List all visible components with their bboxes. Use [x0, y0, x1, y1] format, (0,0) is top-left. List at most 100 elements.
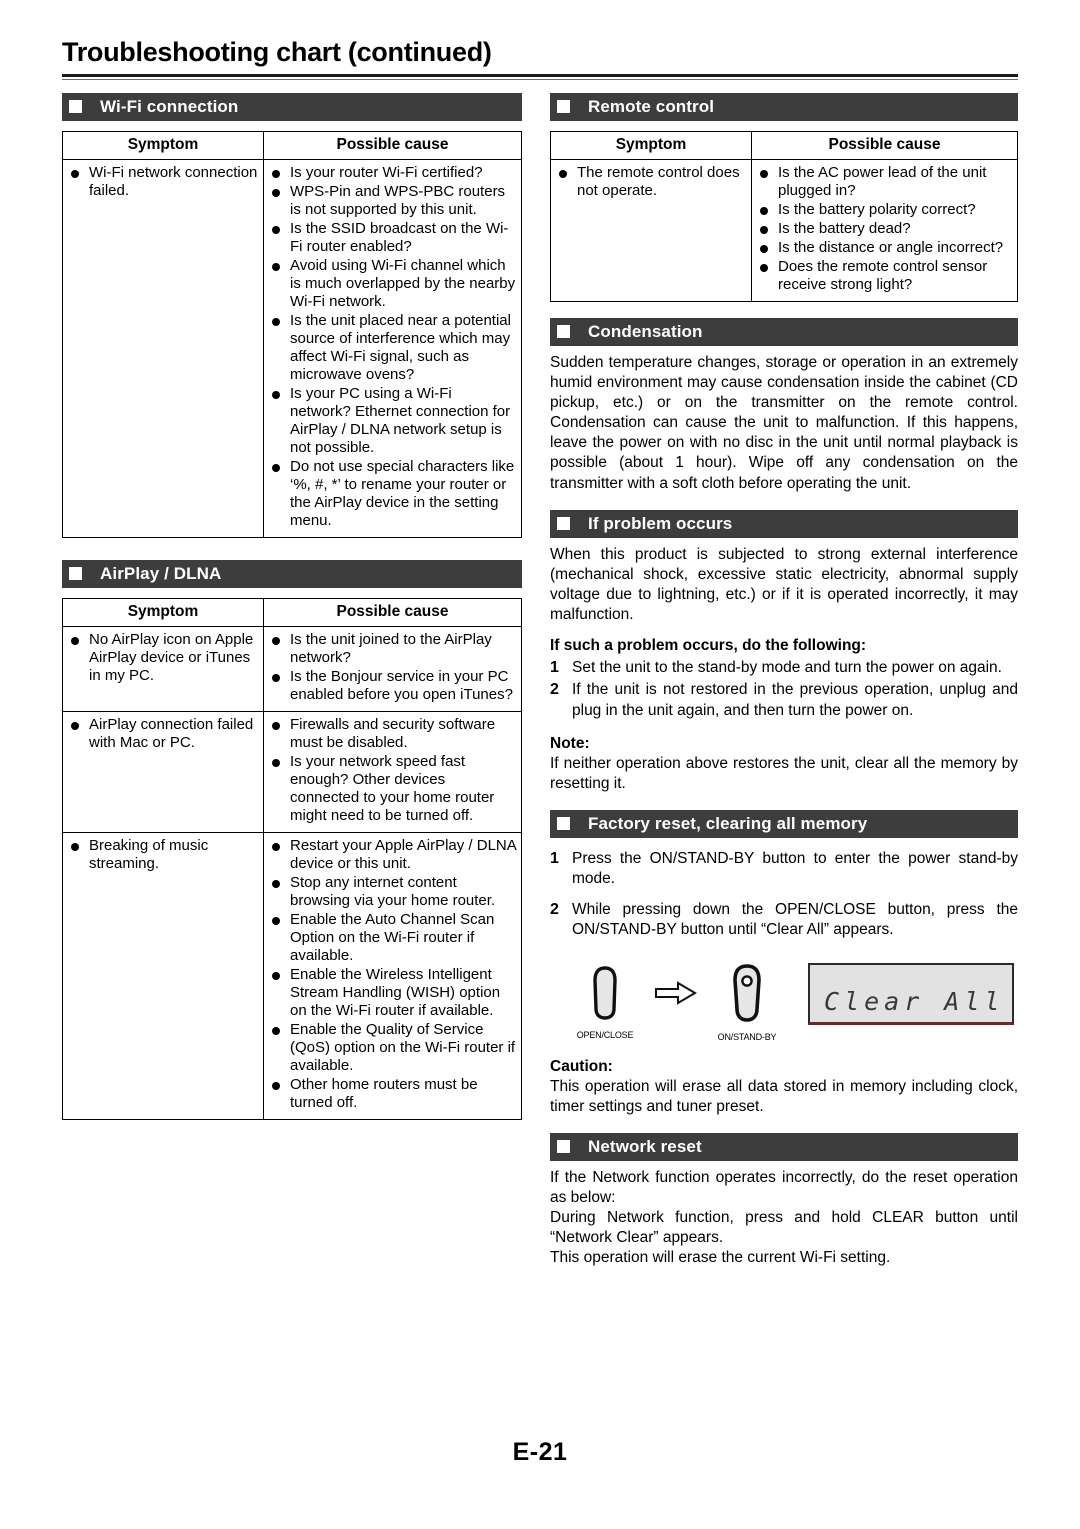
cell-symptom: Wi-Fi network connection failed.	[62, 158, 264, 538]
table-row: No AirPlay icon on Apple AirPlay device …	[62, 625, 522, 712]
list-item: Is the battery polarity correct?	[758, 201, 1012, 219]
on-standby-button-illustration: ON/STAND-BY	[710, 963, 784, 1042]
if-problem-intro-text: When this product is subjected to strong…	[550, 545, 1018, 624]
note-body-text: If neither operation above restores the …	[550, 754, 1018, 792]
cell-possible-cause: Restart your Apple AirPlay / DLNA device…	[263, 831, 522, 1120]
list-item: WPS-Pin and WPS-PBC routers is not suppo…	[270, 183, 516, 219]
section-square-marker-icon	[557, 1140, 570, 1154]
symptom-list: Breaking of music streaming.	[69, 837, 258, 873]
table-row: The remote control does not operate. Is …	[550, 158, 1018, 302]
symptom-list: Wi-Fi network connection failed.	[69, 164, 258, 200]
network-reset-line-1: If the Network function operates incorre…	[550, 1168, 1018, 1206]
cell-possible-cause: Firewalls and security software must be …	[263, 710, 522, 833]
list-item: If the unit is not restored in the previ…	[550, 680, 1018, 719]
section-square-marker-icon	[69, 567, 82, 581]
column-header-symptom: Symptom	[62, 130, 264, 160]
list-item: Is the Bonjour service in your PC enable…	[270, 668, 516, 704]
table-row: Breaking of music streaming. Restart you…	[62, 831, 522, 1120]
cell-possible-cause: Is the AC power lead of the unit plugged…	[751, 158, 1018, 302]
cell-symptom: No AirPlay icon on Apple AirPlay device …	[62, 625, 264, 712]
list-item: Is your network speed fast enough? Other…	[270, 753, 516, 825]
button-sequence-group: OPEN/CLOSE ON/STAND-BY	[568, 963, 784, 1042]
on-standby-button-icon	[733, 963, 761, 1022]
list-item: Enable the Wireless Intelligent Stream H…	[270, 966, 516, 1020]
column-header-symptom: Symptom	[62, 597, 264, 627]
cause-list: Restart your Apple AirPlay / DLNA device…	[270, 837, 516, 1112]
list-item: Is the AC power lead of the unit plugged…	[758, 164, 1012, 200]
section-header-remote-control: Remote control	[550, 92, 1018, 121]
list-item: Breaking of music streaming.	[69, 837, 258, 873]
if-problem-steps-list: Set the unit to the stand-by mode and tu…	[550, 658, 1018, 720]
page-number: E-21	[512, 1438, 568, 1466]
list-item: Enable the Auto Channel Scan Option on t…	[270, 911, 516, 965]
list-item: Is the distance or angle incorrect?	[758, 239, 1012, 257]
section-header-factory-reset: Factory reset, clearing all memory	[550, 809, 1018, 838]
caution-label: Caution:	[550, 1057, 613, 1075]
network-reset-line-2: During Network function, press and hold …	[550, 1209, 1018, 1247]
section-title-text: Network reset	[588, 1136, 702, 1156]
open-close-button-illustration: OPEN/CLOSE	[568, 965, 642, 1040]
section-header-condensation: Condensation	[550, 317, 1018, 346]
list-item: Is the SSID broadcast on the Wi-Fi route…	[270, 220, 516, 256]
title-divider	[62, 73, 1018, 80]
section-title-text: Wi-Fi connection	[100, 96, 239, 116]
table-header-row: Symptom Possible cause	[62, 130, 522, 160]
network-reset-line-3: This operation will erase the current Wi…	[550, 1249, 891, 1267]
cause-list: Is your router Wi-Fi certified? WPS-Pin …	[270, 164, 516, 530]
table-wifi-connection: Symptom Possible cause Wi-Fi network con…	[62, 130, 522, 538]
list-item: Set the unit to the stand-by mode and tu…	[550, 658, 1002, 679]
table-row: AirPlay connection failed with Mac or PC…	[62, 710, 522, 833]
column-header-possible-cause: Possible cause	[263, 130, 522, 160]
table-row: Wi-Fi network connection failed. Is your…	[62, 158, 522, 538]
list-item: No AirPlay icon on Apple AirPlay device …	[69, 631, 258, 685]
table-remote-control: Symptom Possible cause The remote contro…	[550, 130, 1018, 302]
document-page: Troubleshooting chart (continued) Wi-Fi …	[62, 0, 1018, 1529]
section-square-marker-icon	[557, 517, 570, 531]
column-header-symptom: Symptom	[550, 130, 752, 160]
symptom-list: No AirPlay icon on Apple AirPlay device …	[69, 631, 258, 685]
list-item: Is your router Wi-Fi certified?	[270, 164, 516, 182]
list-item: Other home routers must be turned off.	[270, 1076, 516, 1112]
page-title: Troubleshooting chart (continued)	[62, 37, 492, 67]
section-title-text: Remote control	[588, 96, 715, 116]
section-title-text: If problem occurs	[588, 513, 733, 533]
open-close-button-label: OPEN/CLOSE	[576, 1029, 634, 1040]
list-item: Is the unit joined to the AirPlay networ…	[270, 631, 516, 667]
cell-possible-cause: Is your router Wi-Fi certified? WPS-Pin …	[263, 158, 522, 538]
section-title-text: Factory reset, clearing all memory	[588, 813, 868, 833]
list-item: Is the battery dead?	[758, 220, 1012, 238]
factory-reset-diagram: OPEN/CLOSE ON/STAND-BY Clear All	[550, 962, 1018, 1042]
list-item: Do not use special characters like ‘%, #…	[270, 458, 516, 530]
factory-reset-steps-list: Press the ON/STAND-BY button to enter th…	[550, 849, 1018, 941]
column-header-possible-cause: Possible cause	[263, 597, 522, 627]
two-column-layout: Wi-Fi connection Symptom Possible cause …	[62, 92, 1018, 1269]
list-item: Is your PC using a Wi-Fi network? Ethern…	[270, 385, 516, 457]
cell-symptom: The remote control does not operate.	[550, 158, 752, 302]
list-item: The remote control does not operate.	[557, 164, 746, 200]
right-column: Remote control Symptom Possible cause Th…	[550, 92, 1018, 1269]
cell-symptom: AirPlay connection failed with Mac or PC…	[62, 710, 264, 833]
list-item: Wi-Fi network connection failed.	[69, 164, 258, 200]
cause-list: Is the AC power lead of the unit plugged…	[758, 164, 1012, 294]
cause-list: Firewalls and security software must be …	[270, 716, 516, 825]
list-item: Firewalls and security software must be …	[270, 716, 516, 752]
section-square-marker-icon	[557, 817, 570, 831]
caution-body-text: This operation will erase all data store…	[550, 1077, 1018, 1115]
if-problem-steps-lead: If such a problem occurs, do the followi…	[550, 637, 867, 655]
list-item: Enable the Quality of Service (QoS) opti…	[270, 1021, 516, 1075]
section-square-marker-icon	[69, 100, 82, 114]
display-text: Clear All	[824, 986, 1005, 1016]
on-standby-button-label: ON/STAND-BY	[717, 1031, 777, 1042]
note-label: Note:	[550, 734, 590, 752]
open-close-button-icon	[593, 965, 617, 1020]
symptom-list: The remote control does not operate.	[557, 164, 746, 200]
list-item: Restart your Apple AirPlay / DLNA device…	[270, 837, 516, 873]
table-header-row: Symptom Possible cause	[62, 597, 522, 627]
table-header-row: Symptom Possible cause	[550, 130, 1018, 160]
section-title-text: Condensation	[588, 321, 703, 341]
list-item: Avoid using Wi-Fi channel which is much …	[270, 257, 516, 311]
list-item: While pressing down the OPEN/CLOSE butto…	[550, 900, 1018, 939]
list-item: Is the unit placed near a potential sour…	[270, 312, 516, 384]
